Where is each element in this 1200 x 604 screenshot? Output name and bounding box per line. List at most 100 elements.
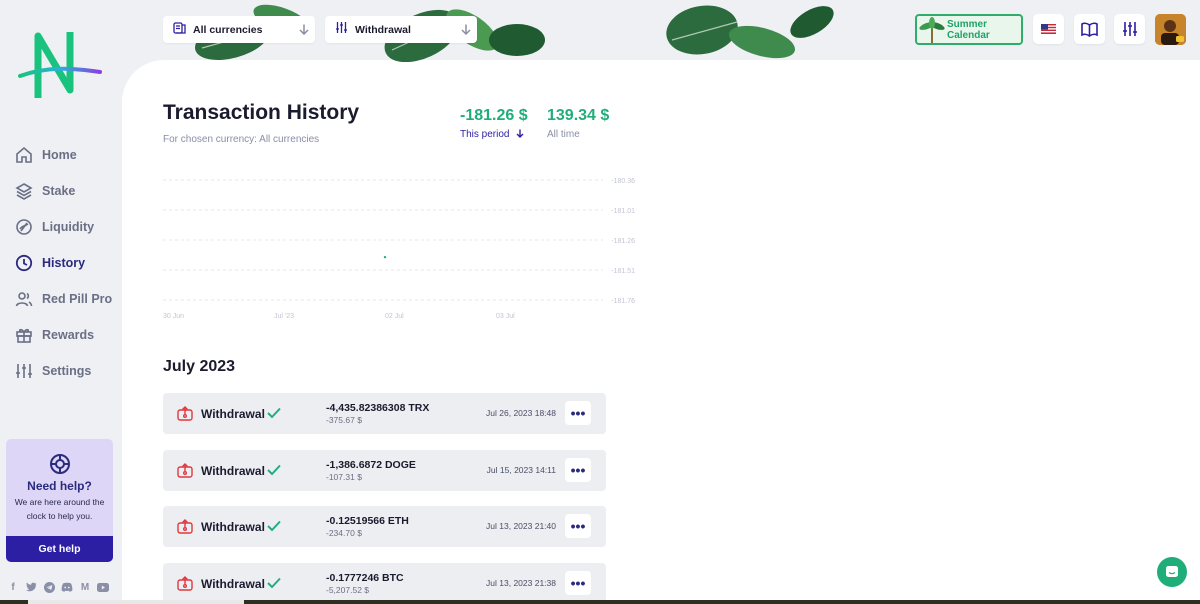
- y-tick-label: -180.36: [611, 178, 635, 185]
- sidebar-item-stake[interactable]: Stake: [0, 173, 122, 209]
- table-row[interactable]: Withdrawal -4,435.82386308 TRX -375.67 $…: [163, 393, 606, 434]
- us-flag-icon: [1041, 24, 1056, 34]
- arrow-down-icon: [455, 24, 477, 35]
- sidebar-item-history[interactable]: History: [0, 245, 122, 281]
- settings-button[interactable]: [1114, 14, 1145, 44]
- sliders-icon: [15, 362, 33, 380]
- docs-button[interactable]: [1074, 14, 1105, 44]
- sidebar-item-liquidity[interactable]: Liquidity: [0, 209, 122, 245]
- x-tick-label: Jul '23: [274, 313, 294, 320]
- withdrawal-icon: [177, 519, 193, 539]
- period-selector[interactable]: This period: [460, 129, 524, 140]
- clock-icon: [15, 254, 33, 272]
- chat-icon: [1166, 566, 1178, 577]
- horizontal-scrollbar[interactable]: [0, 600, 1200, 604]
- layers-icon: [15, 182, 33, 200]
- medium-icon[interactable]: M: [79, 581, 91, 593]
- transaction-amount: -1,386.6872 DOGE: [326, 458, 416, 471]
- transaction-date: Jul 26, 2023 18:48: [486, 408, 556, 418]
- more-options-button[interactable]: •••: [565, 401, 591, 425]
- check-icon: [267, 576, 281, 594]
- check-icon: [267, 519, 281, 537]
- telegram-icon[interactable]: [43, 581, 55, 593]
- transaction-amount: -0.12519566 ETH: [326, 515, 409, 527]
- month-heading: July 2023: [163, 358, 236, 375]
- period-total: -181.26 $: [460, 107, 528, 124]
- arrow-down-icon: [516, 129, 524, 138]
- y-tick-label: -181.76: [611, 298, 635, 305]
- coins-icon: [173, 21, 186, 39]
- withdrawal-icon: [177, 462, 193, 483]
- sidebar-item-rewards[interactable]: Rewards: [0, 317, 122, 353]
- summer-calendar-button[interactable]: Summer Calendar: [915, 14, 1023, 45]
- twitter-icon[interactable]: [25, 581, 37, 593]
- sidebar-item-home[interactable]: Home: [0, 137, 122, 173]
- period-label: This period: [460, 129, 510, 140]
- transaction-type: Withdrawal: [201, 520, 265, 534]
- alltime-total: 139.34 $: [547, 107, 610, 124]
- chat-support-button[interactable]: [1157, 557, 1187, 587]
- help-text: We are here around the clock to help you…: [14, 497, 105, 521]
- y-tick-label: -181.01: [611, 208, 635, 215]
- transaction-usd: -234.70 $: [326, 528, 362, 538]
- alltime-label: All time: [547, 129, 580, 140]
- sidebar-item-settings[interactable]: Settings: [0, 353, 122, 389]
- palm-icon: [919, 17, 945, 43]
- sidebar-item-label: Rewards: [42, 328, 95, 342]
- transaction-usd: -375.67 $: [326, 415, 362, 425]
- history-chart: -180.36 -181.01 -181.26 -181.51 -181.76 30 Ju…: [163, 178, 635, 320]
- users-icon: [15, 290, 33, 308]
- transaction-list: Withdrawal -4,435.82386308 TRX -375.67 $…: [163, 393, 606, 604]
- x-tick-label: 30 Jun: [163, 313, 184, 320]
- sidebar-item-label: Liquidity: [42, 220, 95, 234]
- sidebar-item-label: History: [42, 256, 86, 270]
- table-row[interactable]: Withdrawal -0.12519566 ETH -234.70 $ Jul…: [163, 506, 606, 547]
- sliders-icon: [1122, 22, 1137, 36]
- check-icon: [267, 463, 281, 481]
- get-help-button[interactable]: Get help: [6, 536, 113, 562]
- table-row[interactable]: Withdrawal -0.1777246 BTC -5,207.52 $ Ju…: [163, 562, 606, 604]
- summer-calendar-label: Summer Calendar: [947, 19, 990, 41]
- y-tick-label: -181.26: [611, 238, 635, 245]
- chart-point: [383, 255, 387, 259]
- sidebar-nav: Home Stake Liquidity History Red Pill Pr…: [0, 137, 122, 389]
- social-links: f M: [7, 581, 109, 593]
- page-title: Transaction History: [163, 101, 360, 124]
- youtube-icon[interactable]: [97, 581, 109, 593]
- currency-filter[interactable]: All currencies: [163, 16, 315, 43]
- scrollbar-thumb[interactable]: [28, 600, 244, 604]
- transaction-amount: -0.1777246 BTC: [326, 571, 404, 584]
- sidebar-item-label: Red Pill Pro: [42, 292, 113, 306]
- discord-icon[interactable]: [61, 581, 73, 593]
- facebook-icon[interactable]: f: [7, 581, 19, 593]
- sidebar-item-label: Settings: [42, 364, 92, 378]
- user-avatar-image: [1155, 14, 1186, 45]
- book-icon: [1081, 22, 1098, 37]
- language-flag-button[interactable]: [1033, 14, 1064, 44]
- withdrawal-icon: [177, 406, 193, 426]
- more-options-button[interactable]: •••: [565, 514, 591, 538]
- transaction-usd: -5,207.52 $: [326, 584, 370, 595]
- transaction-type: Withdrawal: [201, 463, 265, 478]
- x-tick-label: 03 Jul: [496, 313, 515, 320]
- gift-icon: [15, 326, 33, 344]
- check-icon: [267, 406, 281, 424]
- sidebar-item-red-pill-pro[interactable]: Red Pill Pro: [0, 281, 122, 317]
- liquidity-icon: [15, 218, 33, 236]
- transaction-type: Withdrawal: [201, 407, 265, 421]
- transaction-amount: -4,435.82386308 TRX: [326, 402, 430, 414]
- sidebar-item-label: Home: [42, 148, 77, 162]
- avatar[interactable]: [1155, 14, 1186, 45]
- table-row[interactable]: Withdrawal -1,386.6872 DOGE -107.31 $ Ju…: [163, 449, 606, 491]
- x-tick-label: 02 Jul: [385, 313, 404, 320]
- transaction-date: Jul 13, 2023 21:40: [486, 521, 556, 531]
- more-options-button[interactable]: •••: [565, 457, 591, 482]
- brand-logo[interactable]: [18, 28, 102, 106]
- type-filter-value: Withdrawal: [355, 23, 411, 36]
- sliders-icon: [335, 21, 348, 39]
- type-filter[interactable]: Withdrawal: [325, 16, 477, 43]
- main-panel: Transaction History For chosen currency:…: [122, 60, 1200, 604]
- transaction-date: Jul 15, 2023 14:11: [486, 464, 556, 475]
- transaction-type: Withdrawal: [201, 576, 265, 591]
- more-options-button[interactable]: •••: [565, 570, 591, 595]
